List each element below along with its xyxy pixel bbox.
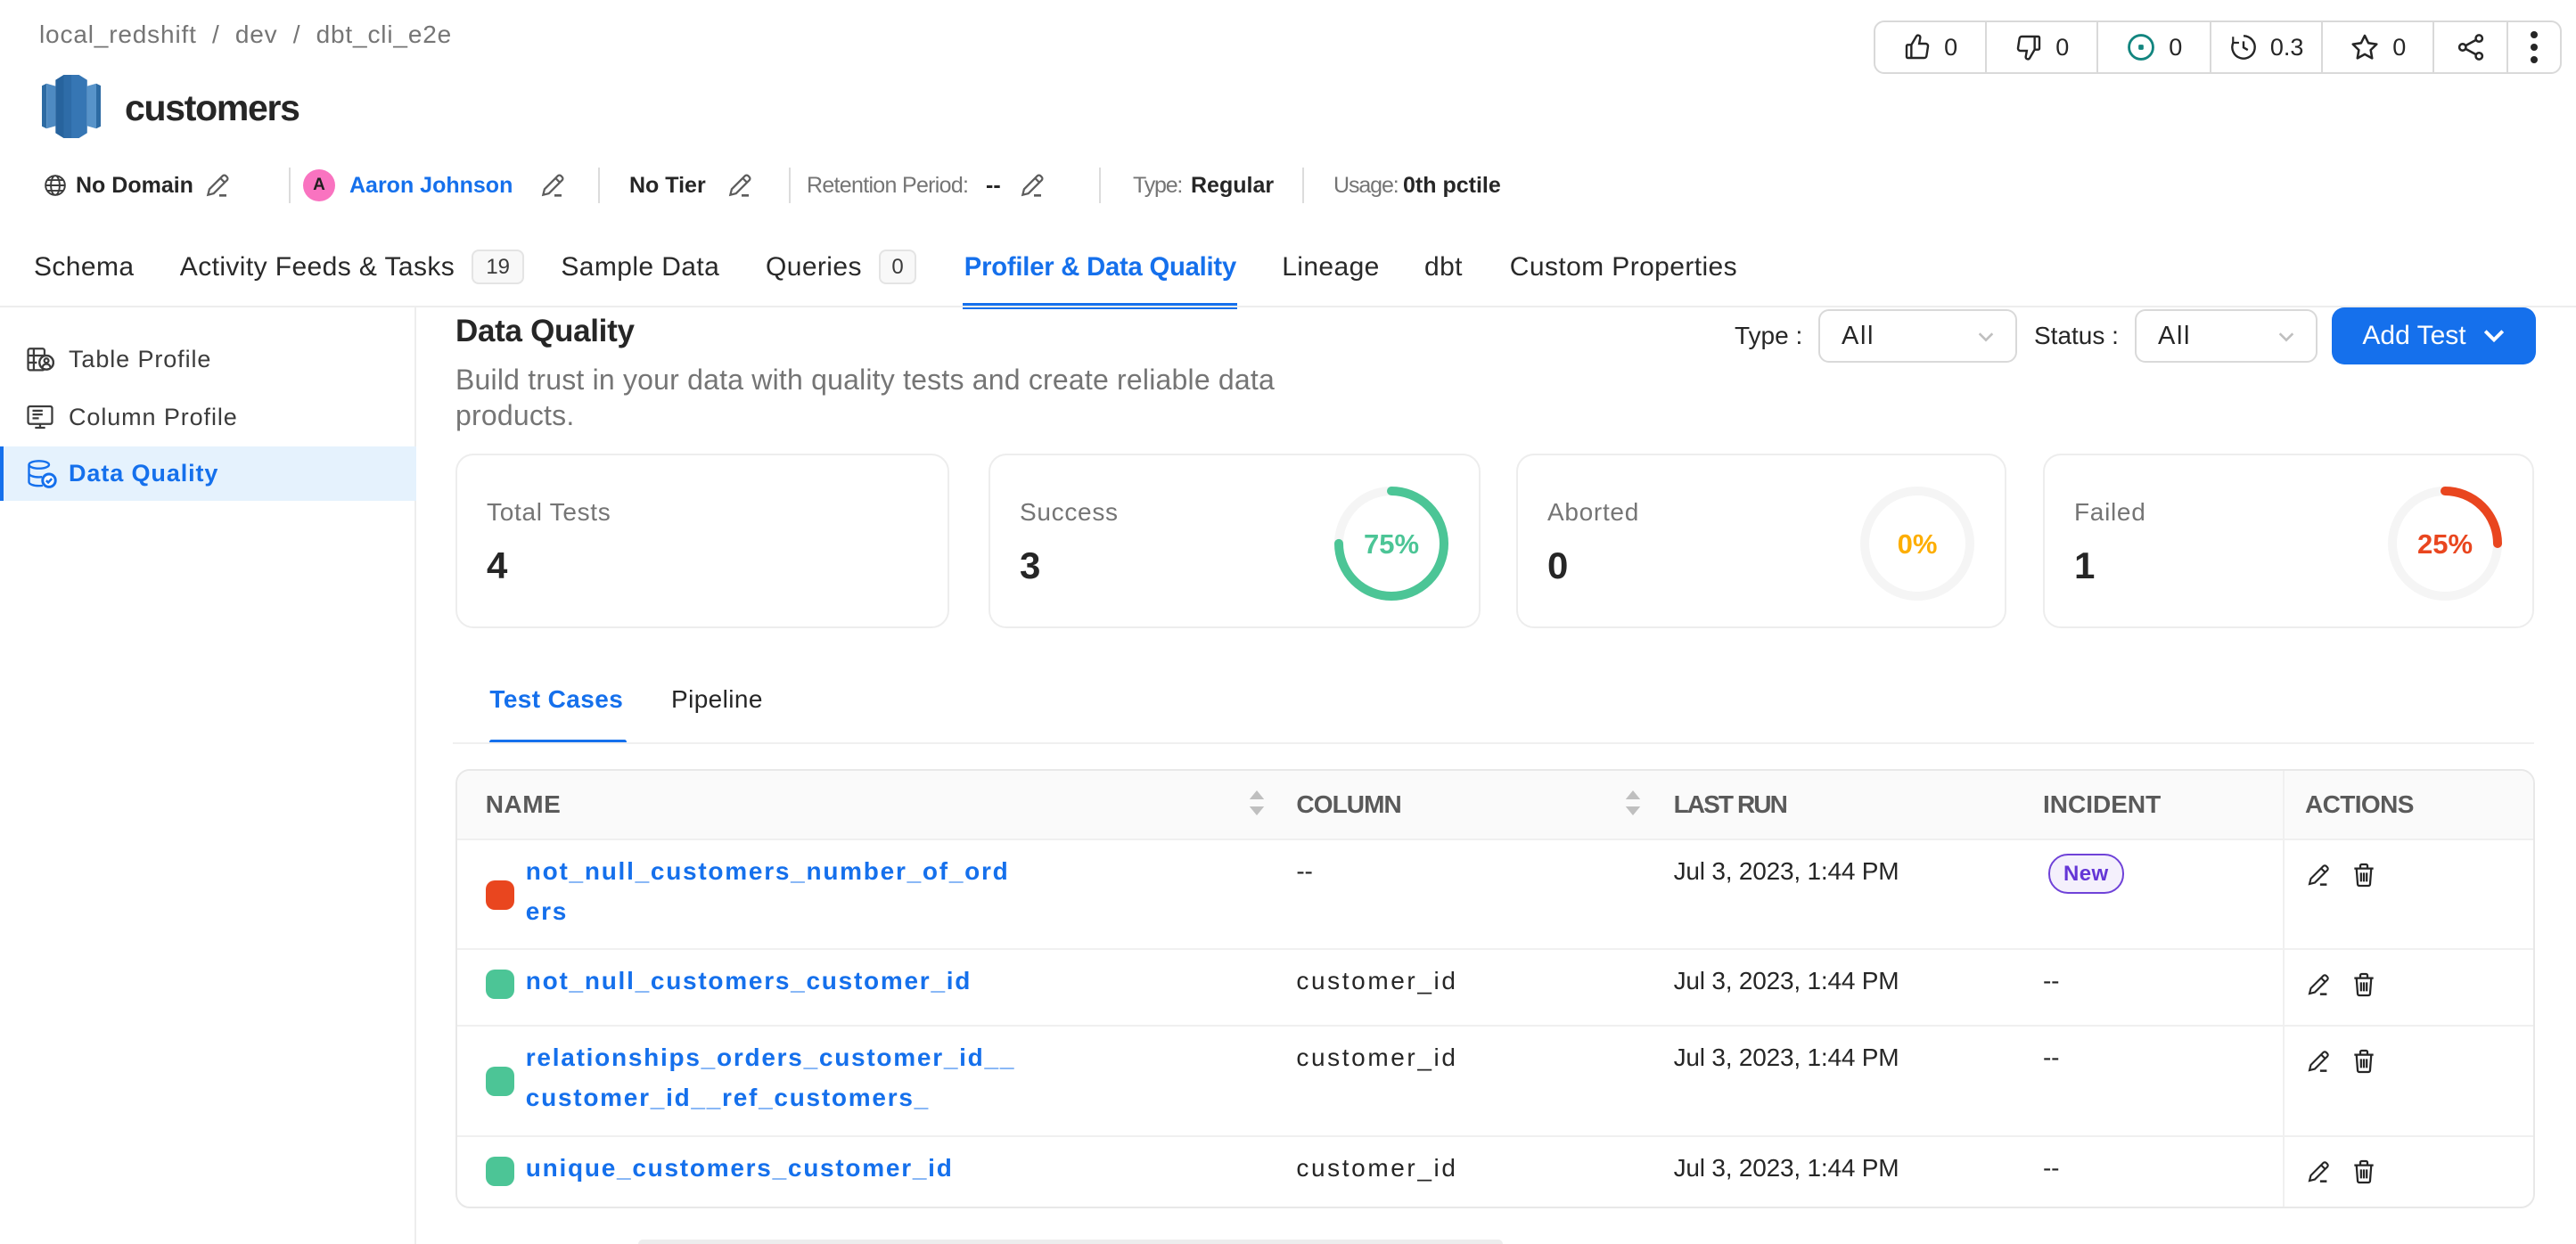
svg-text:75%: 75% — [1364, 528, 1419, 560]
svg-text:0%: 0% — [1898, 528, 1938, 560]
svg-text:25%: 25% — [2417, 528, 2473, 560]
